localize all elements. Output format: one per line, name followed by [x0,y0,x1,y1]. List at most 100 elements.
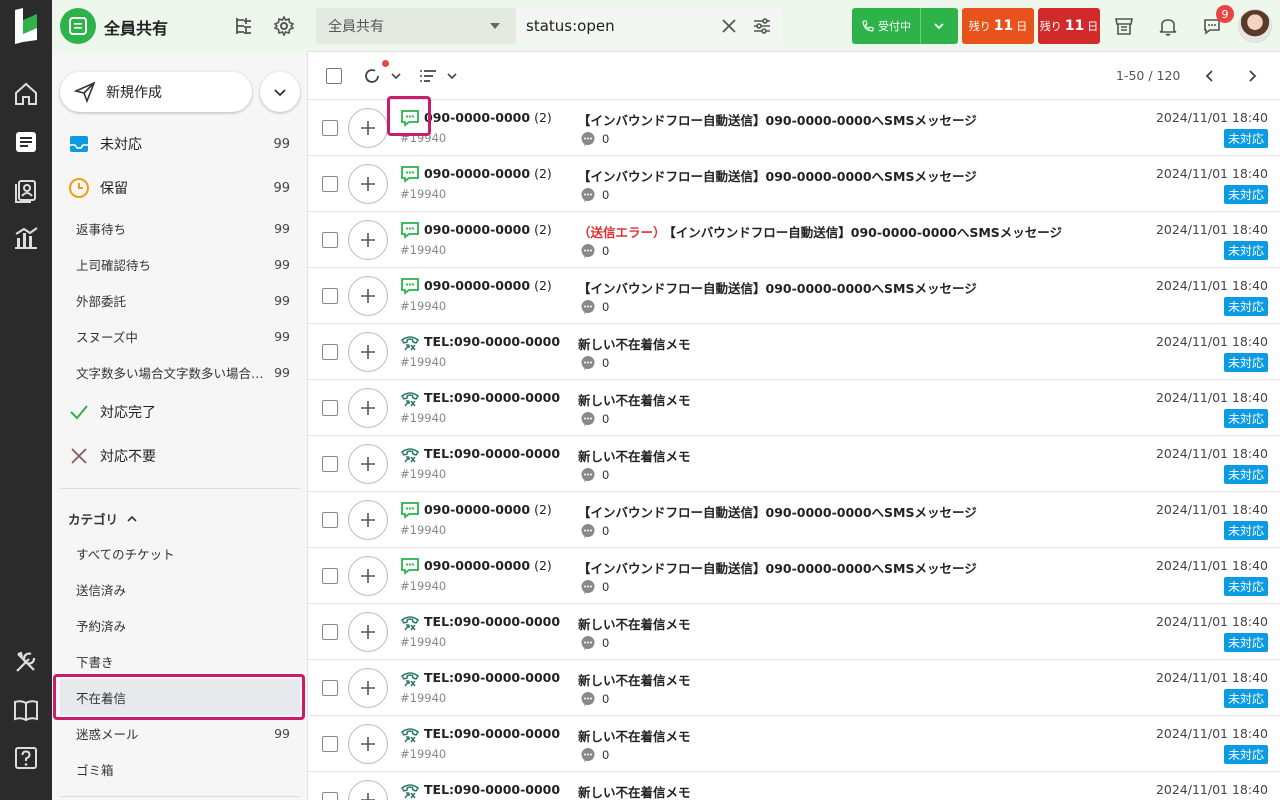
row-checkbox[interactable] [322,792,338,800]
top-bar: 全員共有 status:open 受付中 残り 11 日 残り 11 日 9 [308,0,1280,52]
chevron-down-icon[interactable] [932,19,946,33]
row-checkbox[interactable] [322,288,338,304]
plus-icon [361,457,375,471]
status-badge: 未対応 [1223,633,1268,652]
add-button[interactable] [348,388,388,428]
table-row[interactable]: 090-0000-0000 (2) #19940 【インバウンドフロー自動送信】0… [308,548,1280,604]
add-button[interactable] [348,220,388,260]
row-checkbox[interactable] [322,232,338,248]
table-row[interactable]: TEL:090-0000-0000 #19940 新しい不在着信メモ 0 202… [308,324,1280,380]
bell-icon[interactable] [1156,14,1180,38]
table-row[interactable]: 090-0000-0000 (2) #19940 【インバウンドフロー自動送信】0… [308,156,1280,212]
sidebar-subitem[interactable]: 返事待ち 99 [60,210,300,246]
settings-button[interactable] [272,14,296,38]
home-button[interactable] [0,70,52,118]
status-badge: 未対応 [1223,129,1268,148]
sidebar-subitem[interactable]: スヌーズ中 99 [60,318,300,354]
table-row[interactable]: 090-0000-0000 (2) #19940 （送信エラー） 【インバウンドフロ… [308,212,1280,268]
filter-query-input[interactable]: status:open [516,8,782,44]
tune-icon[interactable] [752,16,772,36]
category-item-trash[interactable]: ゴミ箱 [60,751,300,787]
new-ticket-more-button[interactable] [260,72,300,112]
sidebar-item-done[interactable]: 対応完了 [60,396,300,428]
table-row[interactable]: 090-0000-0000 (2) #19940 【インバウンドフロー自動送信】0… [308,268,1280,324]
sidebar-subitem[interactable]: 文字数多い場合文字数多い場合文字数多い場合99 [60,354,300,390]
table-row[interactable]: TEL:090-0000-0000 #19940 新しい不在着信メモ 0 202… [308,772,1280,800]
call-status-button[interactable]: 受付中 [852,8,958,44]
status-badge: 未対応 [1223,409,1268,428]
table-row[interactable]: TEL:090-0000-0000 #19940 新しい不在着信メモ 0 202… [308,604,1280,660]
sort-tree-button[interactable] [232,14,256,38]
chevron-left-icon[interactable] [1202,68,1218,84]
add-button[interactable] [348,556,388,596]
filter-scope-select[interactable]: 全員共有 [316,8,516,44]
sidebar-subitem[interactable]: 外部委託 99 [60,282,300,318]
new-ticket-button[interactable]: 新規作成 [60,72,252,112]
add-button[interactable] [348,500,388,540]
row-checkbox[interactable] [322,680,338,696]
add-button[interactable] [348,724,388,764]
refresh-icon[interactable] [362,66,382,86]
chevron-down-icon[interactable] [390,70,402,82]
chevron-down-icon[interactable] [446,70,458,82]
tools-button[interactable] [0,638,52,686]
row-checkbox[interactable] [322,400,338,416]
table-row[interactable]: TEL:090-0000-0000 #19940 新しい不在着信メモ 0 202… [308,380,1280,436]
add-button[interactable] [348,612,388,652]
chevron-right-icon[interactable] [1244,68,1260,84]
row-checkbox[interactable] [322,512,338,528]
table-row[interactable]: TEL:090-0000-0000 #19940 新しい不在着信メモ 0 202… [308,716,1280,772]
add-button[interactable] [348,332,388,372]
add-button[interactable] [348,164,388,204]
sidebar-subitem[interactable]: 上司確認待ち 99 [60,246,300,282]
row-checkbox[interactable] [322,736,338,752]
category-item-spam[interactable]: 迷惑メール 99 [60,715,300,751]
category-item-all[interactable]: すべてのチケット [60,535,300,571]
remaining-days-badge-2[interactable]: 残り 11 日 [1038,8,1100,44]
ticket-subject: 新しい不在着信メモ [578,337,691,352]
sort-icon[interactable] [418,66,438,86]
comment-icon [581,524,595,538]
clear-icon[interactable] [720,17,738,35]
store-icon[interactable] [1112,14,1136,38]
help-button[interactable] [0,734,52,782]
row-checkbox[interactable] [322,344,338,360]
row-checkbox[interactable] [322,456,338,472]
avatar[interactable] [1238,9,1272,43]
row-checkbox[interactable] [322,120,338,136]
category-header[interactable]: カテゴリ [68,509,138,528]
add-button[interactable] [348,276,388,316]
table-row[interactable]: 090-0000-0000 (2) #19940 【インバウンドフロー自動送信】0… [308,492,1280,548]
sidebar-item-hold[interactable]: 保留 99 [60,172,300,204]
app-logo[interactable] [0,0,52,52]
manual-button[interactable] [0,686,52,734]
contacts-button[interactable] [0,166,52,214]
reports-button[interactable] [0,214,52,262]
ticket-contact: 090-0000-0000 (2) [424,166,552,181]
add-button[interactable] [348,444,388,484]
ticket-date: 2024/11/01 18:40 [1155,446,1268,461]
category-item-scheduled[interactable]: 予約済み [60,607,300,643]
sidebar-item-unhandled[interactable]: 未対応 99 [60,128,300,160]
add-button[interactable] [348,780,388,800]
add-button[interactable] [348,668,388,708]
remaining-days-badge-1[interactable]: 残り 11 日 [962,8,1034,44]
sidebar-item-unneeded[interactable]: 対応不要 [60,440,300,472]
table-row[interactable]: 090-0000-0000 (2) #19940 【インバウンドフロー自動送信】0… [308,100,1280,156]
select-all-checkbox[interactable] [326,68,342,84]
ticket-date: 2024/11/01 18:40 [1155,782,1268,797]
category-item-sent[interactable]: 送信済み [60,571,300,607]
table-row[interactable]: TEL:090-0000-0000 #19940 新しい不在着信メモ 0 202… [308,436,1280,492]
ticket-contact: TEL:090-0000-0000 [424,614,561,629]
comment-icon [581,580,595,594]
row-checkbox[interactable] [322,176,338,192]
row-checkbox[interactable] [322,624,338,640]
tickets-button[interactable] [0,118,52,166]
chevron-up-icon [127,515,137,522]
row-checkbox[interactable] [322,568,338,584]
add-button[interactable] [348,108,388,148]
ticket-id: #19940 [400,299,447,313]
plus-icon [361,513,375,527]
table-row[interactable]: TEL:090-0000-0000 #19940 新しい不在着信メモ 0 202… [308,660,1280,716]
ticket-subject: 新しい不在着信メモ [578,785,691,800]
